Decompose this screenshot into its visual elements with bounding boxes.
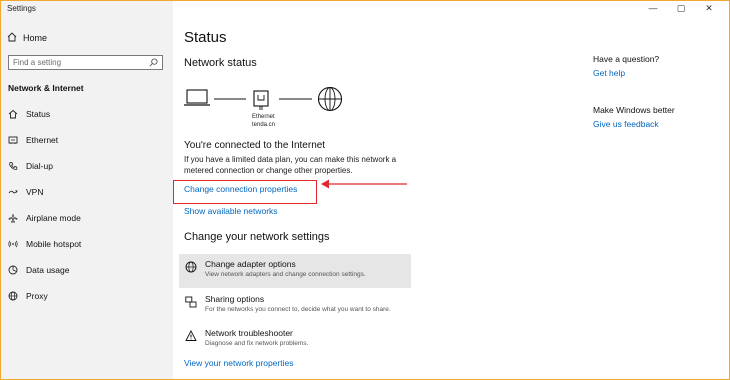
page-title: Status xyxy=(184,29,227,46)
search-box[interactable] xyxy=(8,55,163,70)
ethernet-label-group: Ethernet tenda.cn xyxy=(252,113,275,129)
connection-status: You're connected to the Internet xyxy=(184,140,326,151)
sidebar-item-label: Dial-up xyxy=(26,161,53,171)
adapter-globe-icon xyxy=(185,260,197,273)
metered-description: If you have a limited data plan, you can… xyxy=(184,155,397,175)
get-help-link[interactable]: Get help xyxy=(593,68,723,78)
help-panel: Have a question? Get help xyxy=(593,54,723,78)
sharing-options-item[interactable]: Sharing options For the networks you con… xyxy=(179,289,411,323)
change-settings-heading: Change your network settings xyxy=(184,231,330,243)
search-icon[interactable] xyxy=(149,54,158,72)
ethernet-icon xyxy=(8,135,18,145)
search-input[interactable] xyxy=(13,58,143,67)
sidebar-item-proxy[interactable]: Proxy xyxy=(1,283,173,309)
sharing-icon xyxy=(185,295,197,308)
make-better-heading: Make Windows better xyxy=(593,105,675,115)
sidebar-item-status[interactable]: Status xyxy=(1,101,173,127)
view-network-properties-link[interactable]: View your network properties xyxy=(184,358,293,368)
airplane-icon xyxy=(8,213,18,223)
data-usage-icon xyxy=(8,265,18,275)
home-label: Home xyxy=(23,33,48,43)
sidebar-item-data-usage[interactable]: Data usage xyxy=(1,257,173,283)
annotation-highlight-box xyxy=(173,180,317,204)
annotation-arrow-icon xyxy=(321,179,407,189)
section-title: Network & Internet xyxy=(8,83,84,93)
internet-globe-icon xyxy=(317,87,343,112)
sidebar-item-label: Ethernet xyxy=(26,135,59,145)
option-title: Network troubleshooter xyxy=(205,328,293,338)
home-status-icon xyxy=(8,109,18,119)
sidebar: Settings Home Network & Internet Status xyxy=(1,1,173,379)
laptop-icon xyxy=(184,89,210,106)
ethernet-port-icon xyxy=(253,90,269,110)
option-desc: View network adapters and change connect… xyxy=(205,271,366,278)
sidebar-item-label: Airplane mode xyxy=(26,213,81,223)
option-title: Sharing options xyxy=(205,294,265,304)
network-status-heading: Network status xyxy=(184,57,257,69)
sidebar-item-label: Proxy xyxy=(26,291,48,301)
sidebar-item-label: VPN xyxy=(26,187,44,197)
give-feedback-link[interactable]: Give us feedback xyxy=(593,119,723,129)
home-link[interactable]: Home xyxy=(7,31,47,45)
option-title: Change adapter options xyxy=(205,259,296,269)
question-heading: Have a question? xyxy=(593,54,660,64)
window-title: Settings xyxy=(7,4,36,13)
option-desc: For the networks you connect to, decide … xyxy=(205,306,391,313)
phone-icon xyxy=(8,161,18,171)
network-name: tenda.cn xyxy=(252,122,276,128)
hotspot-icon xyxy=(8,239,18,249)
warning-icon xyxy=(185,329,197,341)
sidebar-item-vpn[interactable]: VPN xyxy=(1,179,173,205)
home-icon xyxy=(7,32,17,44)
sidebar-item-dial-up[interactable]: Dial-up xyxy=(1,153,173,179)
sidebar-item-label: Data usage xyxy=(26,265,70,275)
sidebar-item-airplane-mode[interactable]: Airplane mode xyxy=(1,205,173,231)
sidebar-item-label: Status xyxy=(26,109,51,119)
globe-icon xyxy=(8,291,18,301)
show-available-networks-link[interactable]: Show available networks xyxy=(184,206,278,216)
sidebar-item-ethernet[interactable]: Ethernet xyxy=(1,127,173,153)
vpn-icon xyxy=(8,187,18,197)
sidebar-nav: Status Ethernet Dial-up VPN Airplane mod… xyxy=(1,101,173,309)
option-desc: Diagnose and fix network problems. xyxy=(205,340,309,347)
sidebar-item-mobile-hotspot[interactable]: Mobile hotspot xyxy=(1,231,173,257)
change-adapter-options-item[interactable]: Change adapter options View network adap… xyxy=(179,254,411,288)
ethernet-label: Ethernet xyxy=(252,114,275,120)
sidebar-item-label: Mobile hotspot xyxy=(26,239,82,249)
feedback-panel: Make Windows better Give us feedback xyxy=(593,105,723,129)
network-troubleshooter-item[interactable]: Network troubleshooter Diagnose and fix … xyxy=(179,323,411,357)
settings-window: Settings Home Network & Internet Status xyxy=(0,0,730,380)
